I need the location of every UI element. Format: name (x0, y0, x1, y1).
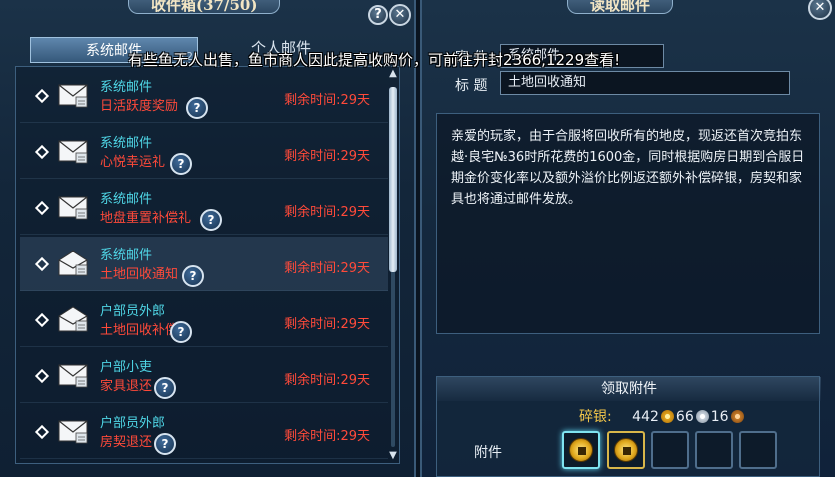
envelope-open-icon (58, 306, 88, 332)
help-button[interactable]: ? (368, 5, 388, 25)
mail-help-icon[interactable]: ? (200, 209, 222, 231)
mail-subject: 心悦幸运礼 (100, 155, 166, 170)
mail-help-icon[interactable]: ? (186, 97, 208, 119)
mail-remaining-time: 剩余时间:29天 (284, 317, 370, 332)
mail-sender: 系统邮件 (100, 80, 153, 95)
mail-row[interactable]: 系统邮件日活跃度奖励? 剩余时间:29天 (20, 69, 388, 123)
mail-remaining-time: 剩余时间:29天 (284, 149, 370, 164)
mail-body-text: 亲爱的玩家，由于合服将回收所有的地皮，现返还首次竞拍东越·良宅№36时所花费的1… (451, 129, 805, 207)
mail-sender: 系统邮件 (100, 136, 153, 151)
mail-row[interactable]: 户部员外郎房契退还? 剩余时间:29天 (20, 405, 388, 459)
attachment-slot-1[interactable] (562, 431, 600, 469)
silver-silver-value: 66 (675, 409, 694, 425)
inbox-title: 收件箱(37/50) (128, 0, 281, 14)
envelope-icon (58, 82, 88, 108)
mail-list: 系统邮件 日活跃度奖励? 剩余时间:29天 系统邮件 心悦幸运礼? 剩余时间:29天 系统邮… (15, 66, 400, 464)
scroll-thumb[interactable] (389, 87, 397, 272)
mail-sender: 户部员外郎 (100, 416, 166, 431)
mail-sender: 系统邮件 (100, 248, 153, 263)
mail-remaining-time: 剩余时间:29天 (284, 373, 370, 388)
attachment-slot-4[interactable] (695, 431, 733, 469)
mail-help-icon[interactable]: ? (170, 153, 192, 175)
gold-coin-icon (660, 410, 674, 423)
copper-coin-item-icon (614, 438, 638, 462)
diamond-icon (34, 200, 50, 216)
close-button-right[interactable]: ✕ (808, 0, 832, 20)
claim-attachment-button[interactable]: 领取附件 (437, 377, 821, 401)
diamond-icon (34, 312, 50, 328)
mail-row[interactable]: 户部员外郎土地回收补偿? 剩余时间:29天 (20, 293, 388, 347)
attachment-slot-5[interactable] (739, 431, 777, 469)
envelope-icon (58, 418, 88, 444)
mail-subject: 日活跃度奖励 (100, 99, 179, 114)
silver-coin-icon (695, 410, 709, 423)
envelope-icon (58, 138, 88, 164)
attachment-panel: 领取附件 碎银: 442 66 16 附件 (436, 376, 821, 477)
subject-field: 土地回收通知 (500, 71, 790, 95)
mail-row[interactable]: 系统邮件土地回收通知? 剩余时间:29天 (20, 237, 388, 291)
silver-copper-value: 16 (710, 409, 729, 425)
scroll-down-icon[interactable]: ▼ (388, 451, 398, 461)
attachment-slot-3[interactable] (651, 431, 689, 469)
inbox-panel: 收件箱(37/50) ? ✕ 系统邮件 12 个人邮件 系统邮件 日活跃度奖励? 剩… (0, 0, 416, 477)
envelope-icon (58, 362, 88, 388)
mail-sender: 户部小吏 (100, 360, 153, 375)
mail-body: 亲爱的玩家，由于合服将回收所有的地皮，现返还首次竞拍东越·良宅№36时所花费的1… (436, 113, 820, 334)
mail-row[interactable]: 系统邮件地盘重置补偿礼? 剩余时间:29天 (20, 181, 388, 235)
diamond-icon (34, 424, 50, 440)
copper-coin-item-icon (569, 438, 593, 462)
mail-remaining-time: 剩余时间:29天 (284, 261, 370, 276)
envelope-open-icon (58, 250, 88, 276)
scroll-up-icon[interactable]: ▲ (388, 69, 398, 79)
read-mail-title: 读取邮件 (567, 0, 674, 14)
mail-help-icon[interactable]: ? (154, 433, 176, 455)
system-notice: 有些鱼无人出售，鱼市商人因此提高收购价，可前往开封2366,1229查看! (128, 51, 621, 69)
mail-help-icon[interactable]: ? (154, 377, 176, 399)
mail-subject: 房契退还 (100, 435, 153, 450)
close-button[interactable]: ✕ (389, 4, 411, 26)
subject-label: 标 题 (455, 78, 488, 94)
mail-remaining-time: 剩余时间:29天 (284, 429, 370, 444)
silver-amount: 碎银: 442 66 16 (579, 406, 746, 426)
attachment-label: 附件 (474, 445, 502, 461)
diamond-icon (34, 368, 50, 384)
diamond-icon (34, 88, 50, 104)
mail-remaining-time: 剩余时间:29天 (284, 93, 370, 108)
mail-subject: 地盘重置补偿礼 (100, 211, 192, 226)
silver-label: 碎银: (579, 409, 612, 425)
mail-list-scrollbar[interactable]: ▲ ▼ (388, 69, 398, 461)
copper-coin-icon (730, 410, 744, 423)
mail-subject: 土地回收补偿 (100, 323, 179, 338)
silver-gold-value: 442 (632, 409, 659, 425)
mail-help-icon[interactable]: ? (170, 321, 192, 343)
attachment-slot-2[interactable] (607, 431, 645, 469)
mail-help-icon[interactable]: ? (182, 265, 204, 287)
mail-sender: 户部员外郎 (100, 304, 166, 319)
diamond-icon (34, 144, 50, 160)
mail-sender: 系统邮件 (100, 192, 153, 207)
mail-subject: 土地回收通知 (100, 267, 179, 282)
mail-row[interactable]: 户部小吏家具退还? 剩余时间:29天 (20, 349, 388, 403)
mail-row[interactable]: 系统邮件心悦幸运礼? 剩余时间:29天 (20, 125, 388, 179)
mail-remaining-time: 剩余时间:29天 (284, 205, 370, 220)
mail-subject: 家具退还 (100, 379, 153, 394)
diamond-icon (34, 256, 50, 272)
envelope-icon (58, 194, 88, 220)
